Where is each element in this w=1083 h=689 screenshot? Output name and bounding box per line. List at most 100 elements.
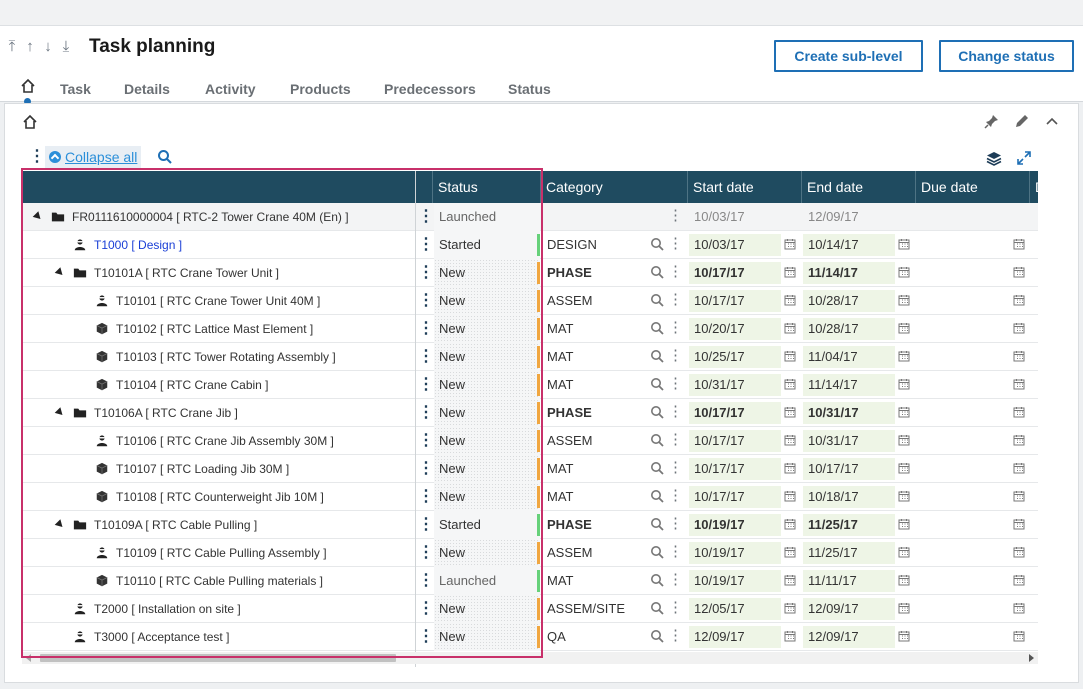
status-cell[interactable]: Started [434,511,540,539]
status-cell[interactable]: New [434,343,540,371]
start-date-cell[interactable]: 10/17/17 [689,458,781,480]
row-menu-icon[interactable]: ⋮ [418,315,434,343]
category-search-icon[interactable] [650,265,664,279]
category-menu-icon[interactable]: ⋮ [668,287,683,315]
category-search-icon[interactable] [650,629,664,643]
end-date-cell[interactable]: 10/28/17 [803,290,895,312]
start-date-cell[interactable]: 10/03/17 [689,234,781,256]
calendar-icon[interactable] [784,490,796,502]
calendar-icon[interactable] [898,350,910,362]
table-row[interactable]: T10101 [ RTC Crane Tower Unit 40M ] ⋮ New A… [22,287,1038,315]
task-label[interactable]: FR0111610000004 [ RTC-2 Tower Crane 40M … [72,203,349,231]
category-search-icon[interactable] [650,433,664,447]
row-menu-icon[interactable]: ⋮ [418,455,434,483]
category-menu-icon[interactable]: ⋮ [668,483,683,511]
row-menu-icon[interactable]: ⋮ [418,231,434,259]
tab-products[interactable]: Products [290,81,351,97]
category-search-icon[interactable] [650,601,664,615]
start-date-column-header[interactable]: Start date [688,171,802,203]
scroll-left-icon[interactable] [26,654,31,662]
end-date-column-header[interactable]: End date [802,171,916,203]
calendar-icon[interactable] [784,574,796,586]
category-menu-icon[interactable]: ⋮ [668,399,683,427]
status-cell[interactable]: Started [434,231,540,259]
collapse-panel-icon[interactable] [1044,112,1060,130]
category-search-icon[interactable] [650,517,664,531]
end-date-cell[interactable]: 11/14/17 [803,262,895,284]
table-row[interactable]: T1000 [ Design ] ⋮ Started DESIGN ⋮ 10/03/17 1… [22,231,1038,259]
category-menu-icon[interactable]: ⋮ [668,315,683,343]
category-cell[interactable]: ASSEM [542,427,687,455]
category-cell[interactable]: QA [542,623,687,651]
status-cell[interactable]: New [434,595,540,623]
calendar-icon[interactable] [784,266,796,278]
category-search-icon[interactable] [650,349,664,363]
row-menu-icon[interactable]: ⋮ [418,259,434,287]
calendar-icon[interactable] [784,518,796,530]
category-search-icon[interactable] [650,545,664,559]
calendar-icon[interactable] [898,630,910,642]
category-search-icon[interactable] [650,237,664,251]
end-date-cell[interactable]: 10/14/17 [803,234,895,256]
calendar-icon[interactable] [1013,434,1025,446]
category-menu-icon[interactable]: ⋮ [668,539,683,567]
category-search-icon[interactable] [650,489,664,503]
task-label[interactable]: T3000 [ Acceptance test ] [94,623,229,651]
calendar-icon[interactable] [898,602,910,614]
collapse-all-button[interactable]: Collapse all [45,146,142,168]
task-label[interactable]: T10102 [ RTC Lattice Mast Element ] [116,315,313,343]
table-row[interactable]: T10107 [ RTC Loading Jib 30M ] ⋮ New MAT ⋮ 10… [22,455,1038,483]
task-label[interactable]: T10101A [ RTC Crane Tower Unit ] [94,259,279,287]
task-label[interactable]: T10109 [ RTC Cable Pulling Assembly ] [116,539,327,567]
start-date-cell[interactable]: 10/20/17 [689,318,781,340]
task-label[interactable]: T10106A [ RTC Crane Jib ] [94,399,238,427]
start-date-cell[interactable]: 10/25/17 [689,346,781,368]
category-menu-icon[interactable]: ⋮ [668,259,683,287]
category-cell[interactable]: MAT [542,371,687,399]
category-cell[interactable]: PHASE [542,511,687,539]
category-search-icon[interactable] [650,377,664,391]
tab-task[interactable]: Task [60,81,91,97]
task-label[interactable]: T1000 [ Design ] [94,231,182,259]
category-menu-icon[interactable]: ⋮ [668,231,683,259]
table-row[interactable]: T10101A [ RTC Crane Tower Unit ] ⋮ New PHAS… [22,259,1038,287]
calendar-icon[interactable] [1013,406,1025,418]
category-search-icon[interactable] [650,405,664,419]
end-date-cell[interactable]: 10/17/17 [803,458,895,480]
calendar-icon[interactable] [898,378,910,390]
scroll-right-icon[interactable] [1029,654,1034,662]
calendar-icon[interactable] [784,378,796,390]
start-date-cell[interactable]: 10/17/17 [689,262,781,284]
category-search-icon[interactable] [650,293,664,307]
row-menu-icon[interactable]: ⋮ [418,287,434,315]
calendar-icon[interactable] [784,350,796,362]
task-label[interactable]: T10101 [ RTC Crane Tower Unit 40M ] [116,287,320,315]
start-date-cell[interactable]: 10/17/17 [689,402,781,424]
table-row[interactable]: T10106A [ RTC Crane Jib ] ⋮ New PHASE ⋮ 10/17… [22,399,1038,427]
start-date-cell[interactable]: 12/05/17 [689,598,781,620]
table-row[interactable]: T3000 [ Acceptance test ] ⋮ New QA ⋮ 12/09/17… [22,623,1038,651]
category-cell[interactable] [542,203,687,231]
calendar-icon[interactable] [1013,238,1025,250]
category-cell[interactable]: MAT [542,315,687,343]
last-arrow-icon[interactable]: ⤓ [60,38,72,56]
table-row[interactable]: T10104 [ RTC Crane Cabin ] ⋮ New MAT ⋮ 10/31/… [22,371,1038,399]
row-menu-icon[interactable]: ⋮ [418,427,434,455]
row-menu-icon[interactable]: ⋮ [418,623,434,651]
end-date-cell[interactable]: 11/11/17 [803,570,895,592]
row-menu-icon[interactable]: ⋮ [418,539,434,567]
calendar-icon[interactable] [784,462,796,474]
first-arrow-icon[interactable]: ⤒ [6,38,18,56]
expand-toggle-icon[interactable] [54,267,66,278]
category-menu-icon[interactable]: ⋮ [668,343,683,371]
calendar-icon[interactable] [898,294,910,306]
table-row[interactable]: T10110 [ RTC Cable Pulling materials ] ⋮ L… [22,567,1038,595]
category-cell[interactable]: PHASE [542,259,687,287]
task-label[interactable]: T10103 [ RTC Tower Rotating Assembly ] [116,343,336,371]
home-icon[interactable] [20,78,36,94]
calendar-icon[interactable] [784,630,796,642]
category-cell[interactable]: ASSEM [542,287,687,315]
end-date-cell[interactable]: 12/09/17 [803,206,895,228]
calendar-icon[interactable] [1013,630,1025,642]
horizontal-scrollbar[interactable] [22,652,1038,664]
